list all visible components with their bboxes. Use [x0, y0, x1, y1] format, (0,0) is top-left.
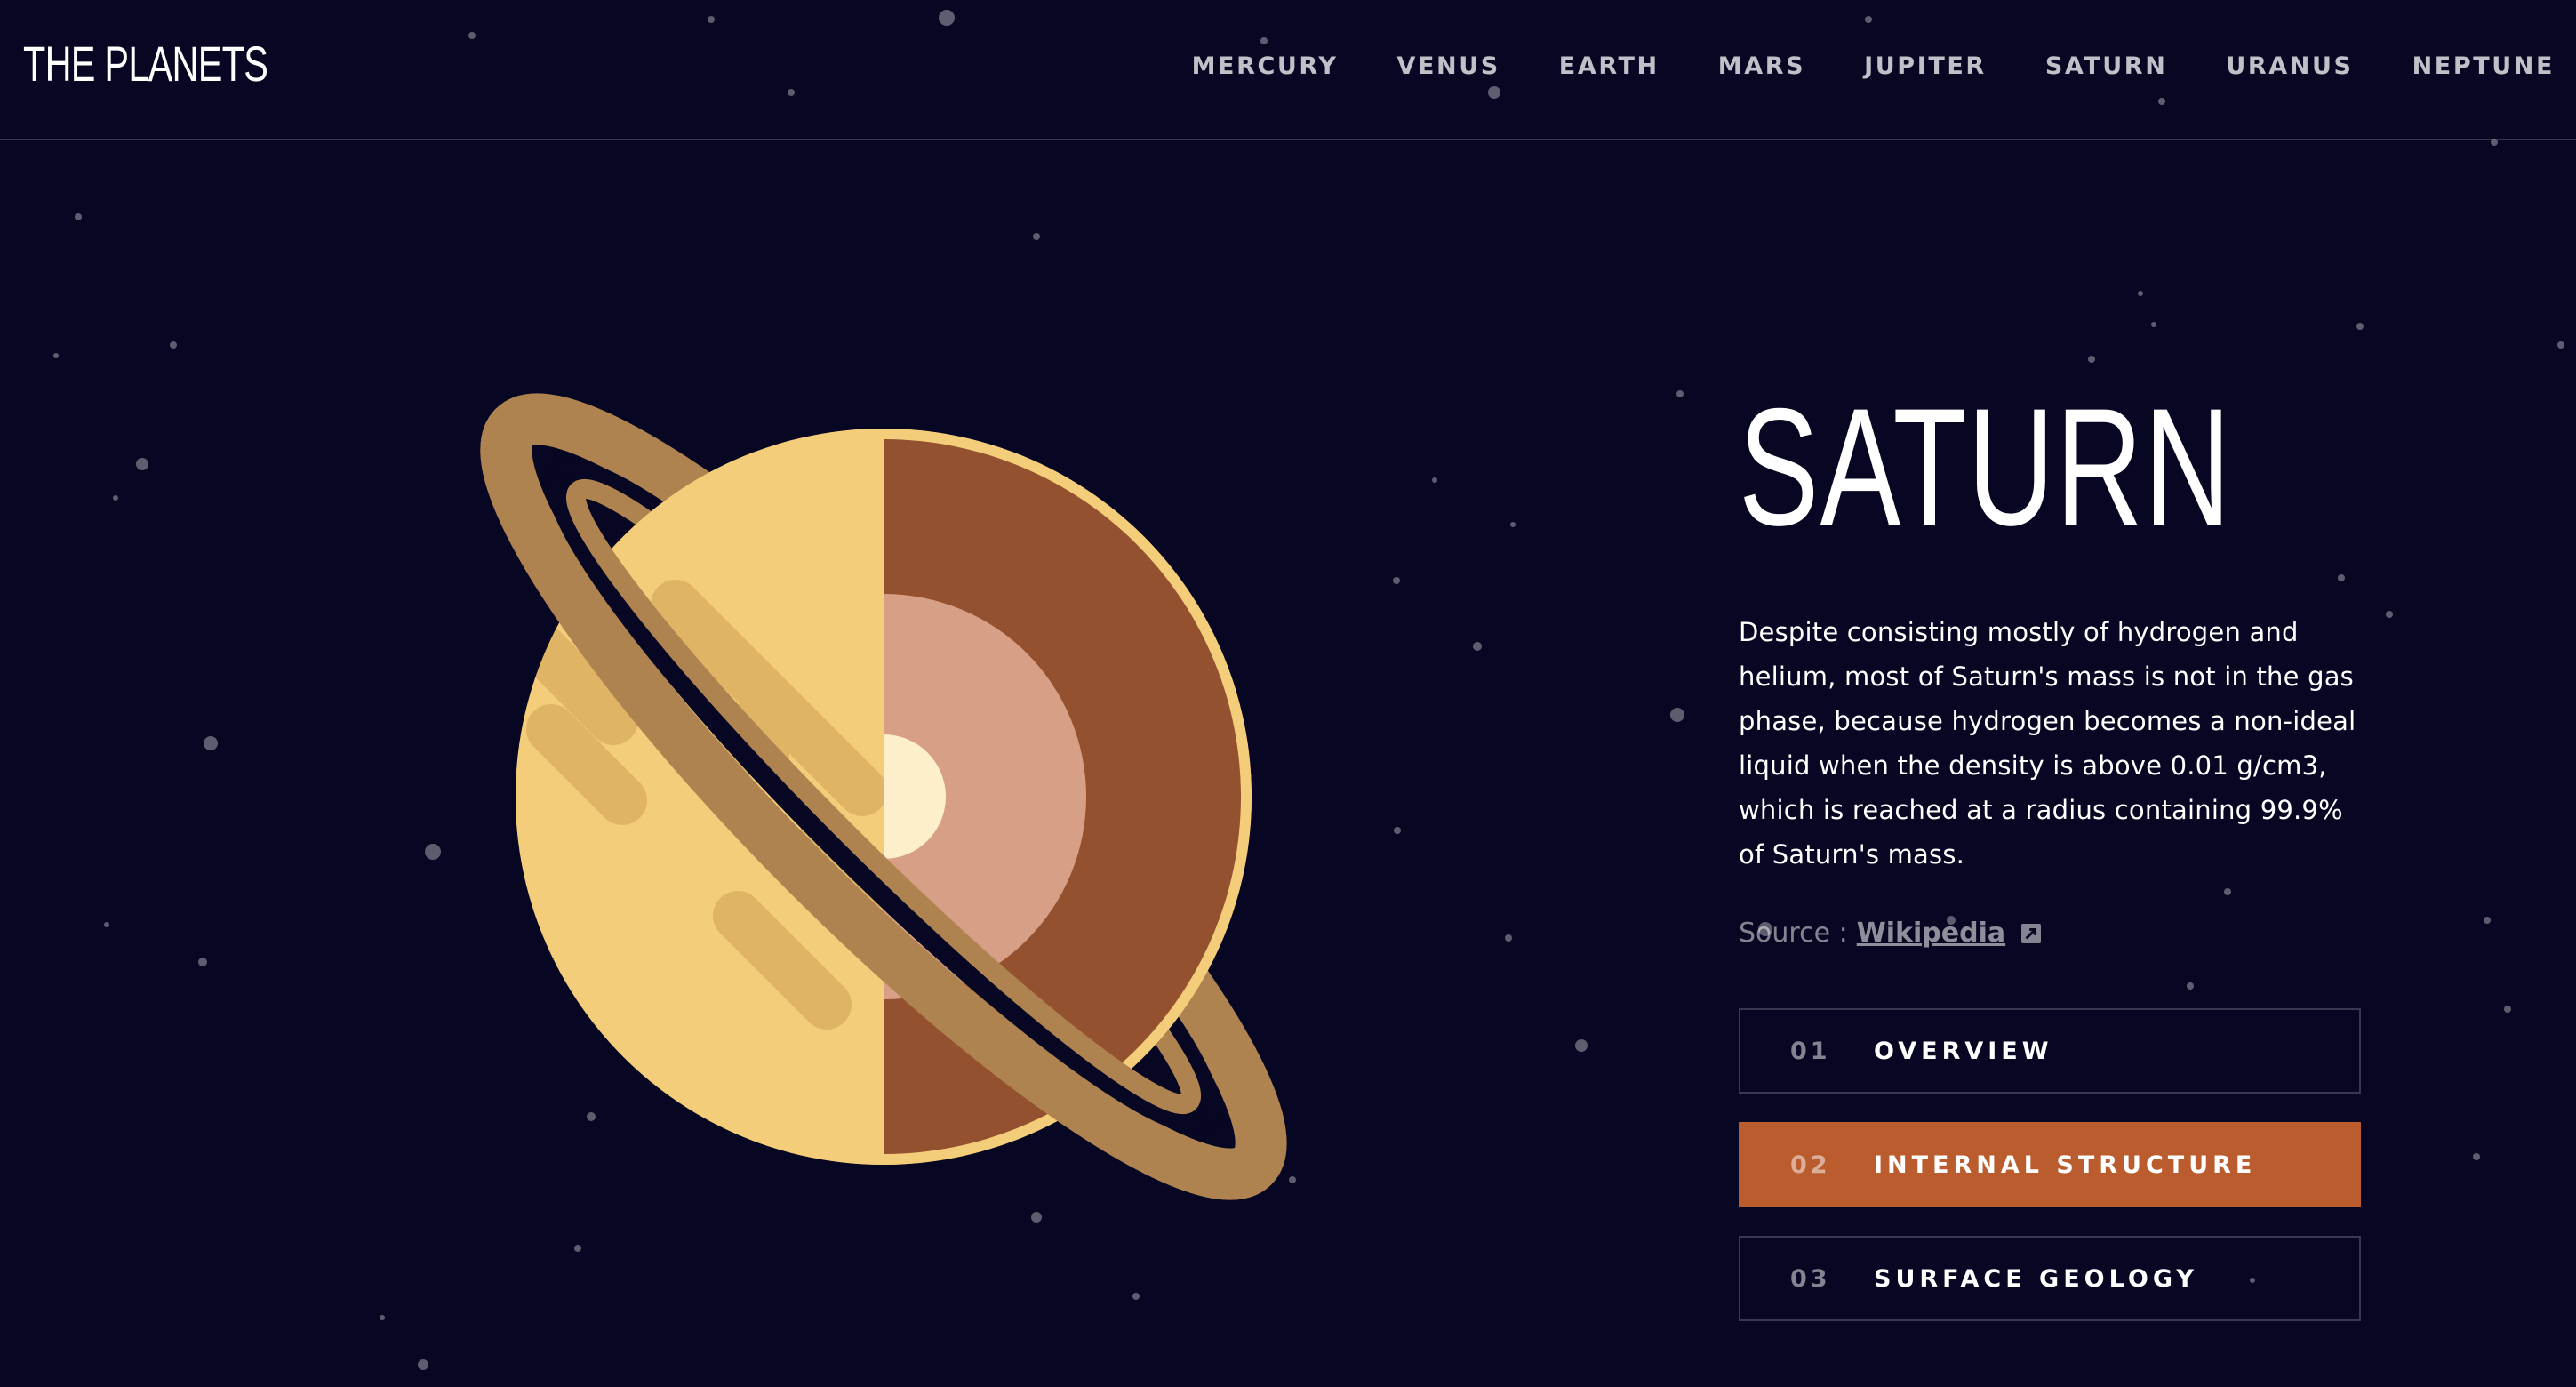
tab-label: SURFACE GEOLOGY	[1874, 1264, 2198, 1293]
tab-overview[interactable]: 01 OVERVIEW	[1739, 1008, 2361, 1094]
tab-internal-structure[interactable]: 02 INTERNAL STRUCTURE	[1739, 1122, 2361, 1207]
planet-navigation: MERCURY VENUS EARTH MARS JUPITER SATURN …	[1192, 46, 2555, 85]
nav-item-uranus[interactable]: URANUS	[2226, 52, 2353, 80]
nav-item-mercury[interactable]: MERCURY	[1192, 52, 1339, 80]
nav-item-mars[interactable]: MARS	[1718, 52, 1805, 80]
source-label: Source :	[1739, 918, 1848, 949]
external-link-icon[interactable]	[2021, 924, 2042, 943]
site-logo[interactable]: THE PLANETS	[23, 32, 268, 96]
source-link[interactable]: Wikipedia	[1857, 916, 2005, 951]
top-header: THE PLANETS MERCURY VENUS EARTH MARS JUP…	[0, 0, 2576, 140]
source-line: Source : Wikipedia	[1739, 916, 2361, 951]
tab-number: 01	[1790, 1037, 1831, 1065]
tab-label: INTERNAL STRUCTURE	[1874, 1150, 2257, 1179]
view-tabs: 01 OVERVIEW 02 INTERNAL STRUCTURE 03 SUR…	[1739, 1008, 2361, 1350]
nav-item-earth[interactable]: EARTH	[1559, 52, 1660, 80]
planet-description: Despite consisting mostly of hydrogen an…	[1739, 617, 2356, 870]
tab-label: OVERVIEW	[1874, 1037, 2053, 1065]
nav-item-jupiter[interactable]: JUPITER	[1864, 52, 1987, 80]
nav-item-neptune[interactable]: NEPTUNE	[2412, 52, 2555, 80]
nav-item-saturn[interactable]: SATURN	[2045, 52, 2168, 80]
planet-info: SATURN Despite consisting mostly of hydr…	[1739, 373, 2361, 951]
nav-item-venus[interactable]: VENUS	[1396, 52, 1500, 80]
tab-number: 03	[1790, 1264, 1831, 1293]
tab-number: 02	[1790, 1150, 1831, 1179]
planet-title: SATURN	[1739, 373, 2233, 560]
tab-surface-geology[interactable]: 03 SURFACE GEOLOGY	[1739, 1236, 2361, 1321]
saturn-internal-structure-illustration	[480, 393, 1287, 1200]
